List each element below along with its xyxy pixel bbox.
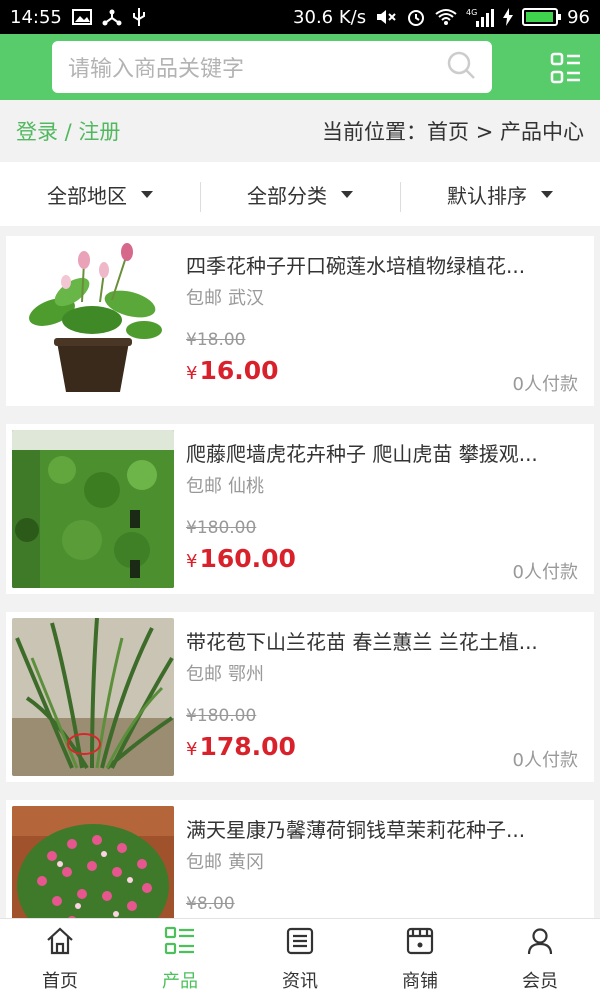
share-icon xyxy=(102,8,122,26)
shipping-tag: 包邮 xyxy=(186,664,222,685)
home-icon xyxy=(45,926,75,961)
sale-price: ¥16.00 xyxy=(186,356,279,385)
product-title[interactable]: 四季花种子开口碗莲水培植物绿植花... xyxy=(186,250,581,279)
caret-down-icon xyxy=(541,190,553,198)
price-value: 178.00 xyxy=(199,732,296,761)
filter-bar: 全部地区 全部分类 默认排序 xyxy=(0,162,600,226)
product-list: 四季花种子开口碗莲水培植物绿植花... 包邮 武汉 ¥18.00 ¥16.00 0… xyxy=(6,236,594,988)
filter-region[interactable]: 全部地区 xyxy=(0,162,200,226)
filter-category[interactable]: 全部分类 xyxy=(200,162,400,226)
login-register-link[interactable]: 登录 / 注册 xyxy=(16,116,120,146)
original-price: ¥8.00 xyxy=(186,894,235,914)
original-price: ¥18.00 xyxy=(186,330,246,350)
product-card[interactable]: 带花苞下山兰花苗 春兰蕙兰 兰花土植... 包邮 鄂州 ¥180.00 ¥178.… xyxy=(6,612,594,782)
filter-label: 全部地区 xyxy=(47,183,127,208)
filter-sort[interactable]: 默认排序 xyxy=(400,162,600,226)
product-meta: 包邮 黄冈 xyxy=(186,848,264,874)
product-card[interactable]: 爬藤爬墙虎花卉种子 爬山虎苗 攀援观... 包邮 仙桃 ¥180.00 ¥160.… xyxy=(6,424,594,594)
products-icon xyxy=(164,926,196,961)
network-type: 4G xyxy=(466,8,477,17)
bottom-nav: 首页 产品 资讯 商铺 会员 xyxy=(0,918,600,1000)
paid-count: 0人付款 xyxy=(512,750,578,771)
product-meta: 包邮 武汉 xyxy=(186,284,264,310)
battery-icon xyxy=(522,8,562,26)
price-value: 160.00 xyxy=(199,544,296,573)
shipping-tag: 包邮 xyxy=(186,476,222,497)
paid-count: 0人付款 xyxy=(512,374,578,395)
lotus-plant-photo[interactable] xyxy=(12,242,174,400)
network-speed: 30.6 K/s xyxy=(293,6,367,28)
category-menu-icon[interactable] xyxy=(550,52,582,84)
nav-shop[interactable]: 商铺 xyxy=(360,919,480,1000)
product-card[interactable]: 四季花种子开口碗莲水培植物绿植花... 包邮 武汉 ¥18.00 ¥16.00 0… xyxy=(6,236,594,406)
status-time: 14:55 xyxy=(10,6,62,28)
product-title[interactable]: 满天星康乃馨薄荷铜钱草茉莉花种子... xyxy=(186,814,581,843)
usb-icon xyxy=(132,7,146,27)
price-value: 16.00 xyxy=(199,356,279,385)
caret-down-icon xyxy=(341,190,353,198)
sale-price: ¥178.00 xyxy=(186,732,296,761)
product-title[interactable]: 带花苞下山兰花苗 春兰蕙兰 兰花土植... xyxy=(186,626,581,655)
image-notification-icon xyxy=(71,9,92,25)
charging-icon xyxy=(503,8,514,26)
breadcrumb: 当前位置：首页 > 产品中心 xyxy=(322,120,584,144)
ivy-wall-photo[interactable] xyxy=(12,430,174,588)
currency-symbol: ¥ xyxy=(186,551,198,572)
member-icon xyxy=(525,926,555,961)
product-meta: 包邮 鄂州 xyxy=(186,660,264,686)
shipping-tag: 包邮 xyxy=(186,852,222,873)
filter-label: 全部分类 xyxy=(247,183,327,208)
battery-level: 96 xyxy=(567,6,590,28)
orchid-photo[interactable] xyxy=(12,618,174,776)
search-input[interactable]: 请输入商品关键字 xyxy=(52,41,492,93)
nav-home[interactable]: 首页 xyxy=(0,919,120,1000)
news-icon xyxy=(285,926,315,961)
search-icon[interactable] xyxy=(446,50,476,84)
currency-symbol: ¥ xyxy=(186,739,198,760)
filter-label: 默认排序 xyxy=(447,183,527,208)
original-price: ¥180.00 xyxy=(186,518,257,538)
product-city: 仙桃 xyxy=(228,476,264,497)
shipping-tag: 包邮 xyxy=(186,288,222,309)
status-bar: 14:55 30.6 K/s 4G 96 xyxy=(0,0,600,34)
product-meta: 包邮 仙桃 xyxy=(186,472,264,498)
header: 请输入商品关键字 xyxy=(0,34,600,100)
caret-down-icon xyxy=(141,190,153,198)
paid-count: 0人付款 xyxy=(512,562,578,583)
nav-label: 会员 xyxy=(522,971,558,992)
product-city: 武汉 xyxy=(228,288,264,309)
wifi-icon xyxy=(435,8,457,26)
currency-symbol: ¥ xyxy=(186,363,198,384)
alarm-icon xyxy=(406,7,426,27)
nav-products[interactable]: 产品 xyxy=(120,919,240,1000)
product-title[interactable]: 爬藤爬墙虎花卉种子 爬山虎苗 攀援观... xyxy=(186,438,581,467)
mute-icon xyxy=(375,8,397,26)
product-city: 黄冈 xyxy=(228,852,264,873)
location-row: 登录 / 注册 当前位置：首页 > 产品中心 xyxy=(0,100,600,162)
product-city: 鄂州 xyxy=(228,664,264,685)
nav-news[interactable]: 资讯 xyxy=(240,919,360,1000)
sale-price: ¥160.00 xyxy=(186,544,296,573)
nav-member[interactable]: 会员 xyxy=(480,919,600,1000)
nav-label: 首页 xyxy=(42,971,78,992)
signal-icon: 4G xyxy=(466,7,495,27)
shop-icon xyxy=(405,926,435,961)
search-placeholder: 请输入商品关键字 xyxy=(68,57,245,82)
nav-label: 资讯 xyxy=(282,971,318,992)
nav-label: 商铺 xyxy=(402,971,438,992)
original-price: ¥180.00 xyxy=(186,706,257,726)
nav-label: 产品 xyxy=(162,971,198,992)
